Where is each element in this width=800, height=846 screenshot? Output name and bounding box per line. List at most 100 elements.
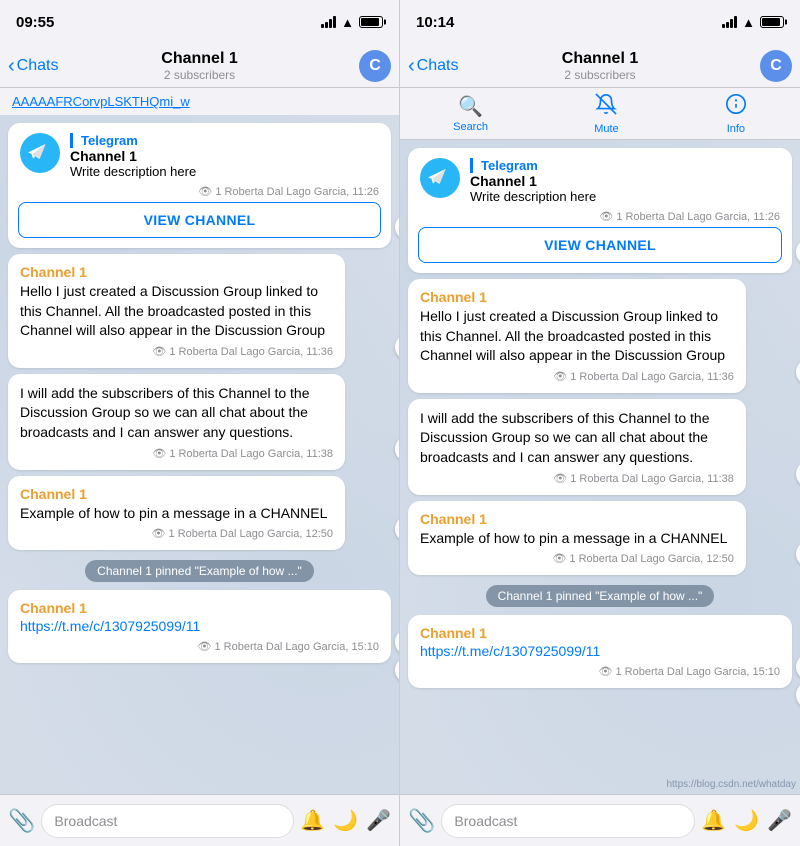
nav-bar-right: ‹ Chats Channel 1 2 subscribers C bbox=[400, 44, 800, 88]
share-btn-2-left[interactable]: ➤ bbox=[395, 436, 399, 462]
channel-subtitle-right: 2 subscribers bbox=[562, 68, 638, 82]
status-bar-right: 10:14 ▲ bbox=[400, 0, 800, 44]
system-msg-wrapper-right: Channel 1 pinned "Example of how ..." bbox=[408, 581, 792, 611]
intro-channel-name-left: Channel 1 bbox=[70, 148, 379, 164]
system-msg-right: Channel 1 pinned "Example of how ..." bbox=[486, 585, 715, 607]
message-meta-1-left: 👁 1 Roberta Dal Lago Garcia, 11:36 bbox=[20, 345, 333, 358]
share-btn-1-left[interactable]: ➤ bbox=[395, 334, 399, 360]
intro-desc-right: Write description here bbox=[470, 189, 780, 204]
mic-icon-left[interactable]: 🎤 bbox=[366, 808, 391, 833]
channel-name-4-left: Channel 1 bbox=[20, 600, 379, 616]
view-channel-btn-right[interactable]: VIEW CHANNEL bbox=[418, 227, 782, 263]
message-card-3-right: Channel 1 Example of how to pin a messag… bbox=[408, 501, 746, 576]
status-time-right: 10:14 bbox=[416, 14, 454, 31]
input-bar-right: 📎 Broadcast 🔔 🌙 🎤 bbox=[400, 794, 800, 846]
share-btn-intro-right[interactable]: ➤ bbox=[796, 239, 800, 265]
input-actions-right: 🔔 🌙 🎤 bbox=[701, 808, 792, 833]
status-time-left: 09:55 bbox=[16, 14, 54, 31]
message-meta-3-left: 👁 1 Roberta Dal Lago Garcia, 12:50 bbox=[20, 527, 333, 540]
nav-title-left: Channel 1 2 subscribers bbox=[161, 50, 237, 82]
channel-title-right: Channel 1 bbox=[562, 50, 638, 68]
moon-icon-left[interactable]: 🌙 bbox=[333, 808, 358, 833]
chat-area-right[interactable]: Telegram Channel 1 Write description her… bbox=[400, 140, 800, 794]
message-text-3-left: Example of how to pin a message in a CHA… bbox=[20, 504, 333, 524]
action-toolbar-right: 🔍 Search Mute bbox=[400, 88, 800, 140]
bell-icon-left[interactable]: 🔔 bbox=[300, 808, 325, 833]
message-wrapper-2-left: I will add the subscribers of this Chann… bbox=[8, 374, 391, 470]
watermark: https://blog.csdn.net/whatday bbox=[666, 779, 796, 790]
intro-meta-left: 👁 1 Roberta Dal Lago Garcia, 11:26 bbox=[8, 185, 391, 202]
message-wrapper-3-left: Channel 1 Example of how to pin a messag… bbox=[8, 476, 391, 551]
search-toolbar-label: Search bbox=[453, 121, 488, 133]
message-wrapper-intro-right: Telegram Channel 1 Write description her… bbox=[408, 148, 792, 273]
share-btn-3-right[interactable]: ➤ bbox=[796, 541, 800, 567]
view-channel-btn-left[interactable]: VIEW CHANNEL bbox=[18, 202, 381, 238]
channel-title-left: Channel 1 bbox=[161, 50, 237, 68]
intro-source-right: Telegram bbox=[470, 158, 780, 173]
attach-icon-left[interactable]: 📎 bbox=[8, 808, 35, 834]
telegram-logo-right bbox=[420, 158, 460, 198]
chevron-down-btn-left[interactable]: ⌄ bbox=[395, 657, 399, 683]
url-link-left[interactable]: https://t.me/c/1307925099/11 bbox=[20, 618, 200, 634]
input-field-left[interactable]: Broadcast bbox=[41, 804, 294, 838]
channel-intro-card-right: Telegram Channel 1 Write description her… bbox=[408, 148, 792, 273]
message-text-1-right: Hello I just created a Discussion Group … bbox=[420, 307, 734, 366]
share-btn-intro-left[interactable]: ➤ bbox=[395, 214, 399, 240]
message-text-3-right: Example of how to pin a message in a CHA… bbox=[420, 529, 734, 549]
back-button-right[interactable]: ‹ Chats bbox=[408, 56, 458, 76]
system-msg-wrapper-left: Channel 1 pinned "Example of how ..." bbox=[8, 556, 391, 586]
share-btn-4-right[interactable]: ➤ bbox=[796, 654, 800, 680]
info-toolbar-icon bbox=[725, 93, 747, 121]
input-actions-left: 🔔 🌙 🎤 bbox=[300, 808, 391, 833]
intro-source-left: Telegram bbox=[70, 133, 379, 148]
moon-icon-right[interactable]: 🌙 bbox=[734, 808, 759, 833]
status-icons-right: ▲ bbox=[722, 15, 784, 30]
message-card-1-right: Channel 1 Hello I just created a Discuss… bbox=[408, 279, 746, 393]
mute-toolbar-btn[interactable]: Mute bbox=[594, 93, 618, 135]
avatar-right[interactable]: C bbox=[760, 50, 792, 82]
left-screen: 09:55 ▲ ‹ Chats Channel 1 bbox=[0, 0, 400, 846]
message-meta-3-right: 👁 1 Roberta Dal Lago Garcia, 12:50 bbox=[420, 552, 734, 565]
intro-meta-right: 👁 1 Roberta Dal Lago Garcia, 11:26 bbox=[408, 210, 792, 227]
url-link-right[interactable]: https://t.me/c/1307925099/11 bbox=[420, 643, 600, 659]
share-btn-1-right[interactable]: ➤ bbox=[796, 359, 800, 385]
bell-icon-right[interactable]: 🔔 bbox=[701, 808, 726, 833]
url-link-card-left: Channel 1 https://t.me/c/1307925099/11 👁… bbox=[8, 590, 391, 663]
search-toolbar-btn[interactable]: 🔍 Search bbox=[453, 94, 488, 133]
avatar-left[interactable]: C bbox=[359, 50, 391, 82]
message-card-1-left: Channel 1 Hello I just created a Discuss… bbox=[8, 254, 345, 368]
chat-area-left[interactable]: Telegram Channel 1 Write description her… bbox=[0, 115, 399, 794]
message-meta-2-right: 👁 1 Roberta Dal Lago Garcia, 11:38 bbox=[420, 472, 734, 485]
signal-bars-left bbox=[321, 16, 336, 28]
channel-subtitle-left: 2 subscribers bbox=[161, 68, 237, 82]
back-label-right: Chats bbox=[417, 57, 459, 75]
wifi-icon-left: ▲ bbox=[341, 15, 354, 30]
channel-intro-card-left: Telegram Channel 1 Write description her… bbox=[8, 123, 391, 248]
message-text-1-left: Hello I just created a Discussion Group … bbox=[20, 282, 333, 341]
chevron-left-icon: ‹ bbox=[8, 56, 15, 76]
share-btn-3-left[interactable]: ➤ bbox=[395, 516, 399, 542]
channel-url-header[interactable]: AAAAAFRCorvpLSKTHQmi_w bbox=[0, 88, 399, 115]
message-wrapper-3-right: Channel 1 Example of how to pin a messag… bbox=[408, 501, 792, 576]
message-card-2-right: I will add the subscribers of this Chann… bbox=[408, 399, 746, 495]
share-btn-4-left[interactable]: ➤ bbox=[395, 629, 399, 655]
input-field-right[interactable]: Broadcast bbox=[441, 804, 695, 838]
message-wrapper-4-right: Channel 1 https://t.me/c/1307925099/11 👁… bbox=[408, 615, 792, 688]
message-meta-2-left: 👁 1 Roberta Dal Lago Garcia, 11:38 bbox=[20, 447, 333, 460]
wifi-icon-right: ▲ bbox=[742, 15, 755, 30]
channel-name-4-right: Channel 1 bbox=[420, 625, 780, 641]
signal-bars-right bbox=[722, 16, 737, 28]
mic-icon-right[interactable]: 🎤 bbox=[767, 808, 792, 833]
attach-icon-right[interactable]: 📎 bbox=[408, 808, 435, 834]
telegram-logo-left bbox=[20, 133, 60, 173]
message-card-2-left: I will add the subscribers of this Chann… bbox=[8, 374, 345, 470]
url-meta-right: 👁 1 Roberta Dal Lago Garcia, 15:10 bbox=[420, 665, 780, 678]
message-wrapper-4-left: Channel 1 https://t.me/c/1307925099/11 👁… bbox=[8, 590, 391, 663]
intro-channel-name-right: Channel 1 bbox=[470, 173, 780, 189]
channel-name-3-left: Channel 1 bbox=[20, 486, 333, 502]
chevron-down-btn-right[interactable]: ⌄ bbox=[796, 682, 800, 708]
info-toolbar-btn[interactable]: Info bbox=[725, 93, 747, 135]
share-btn-2-right[interactable]: ➤ bbox=[796, 461, 800, 487]
url-meta-left: 👁 1 Roberta Dal Lago Garcia, 15:10 bbox=[20, 640, 379, 653]
back-button-left[interactable]: ‹ Chats bbox=[8, 56, 58, 76]
